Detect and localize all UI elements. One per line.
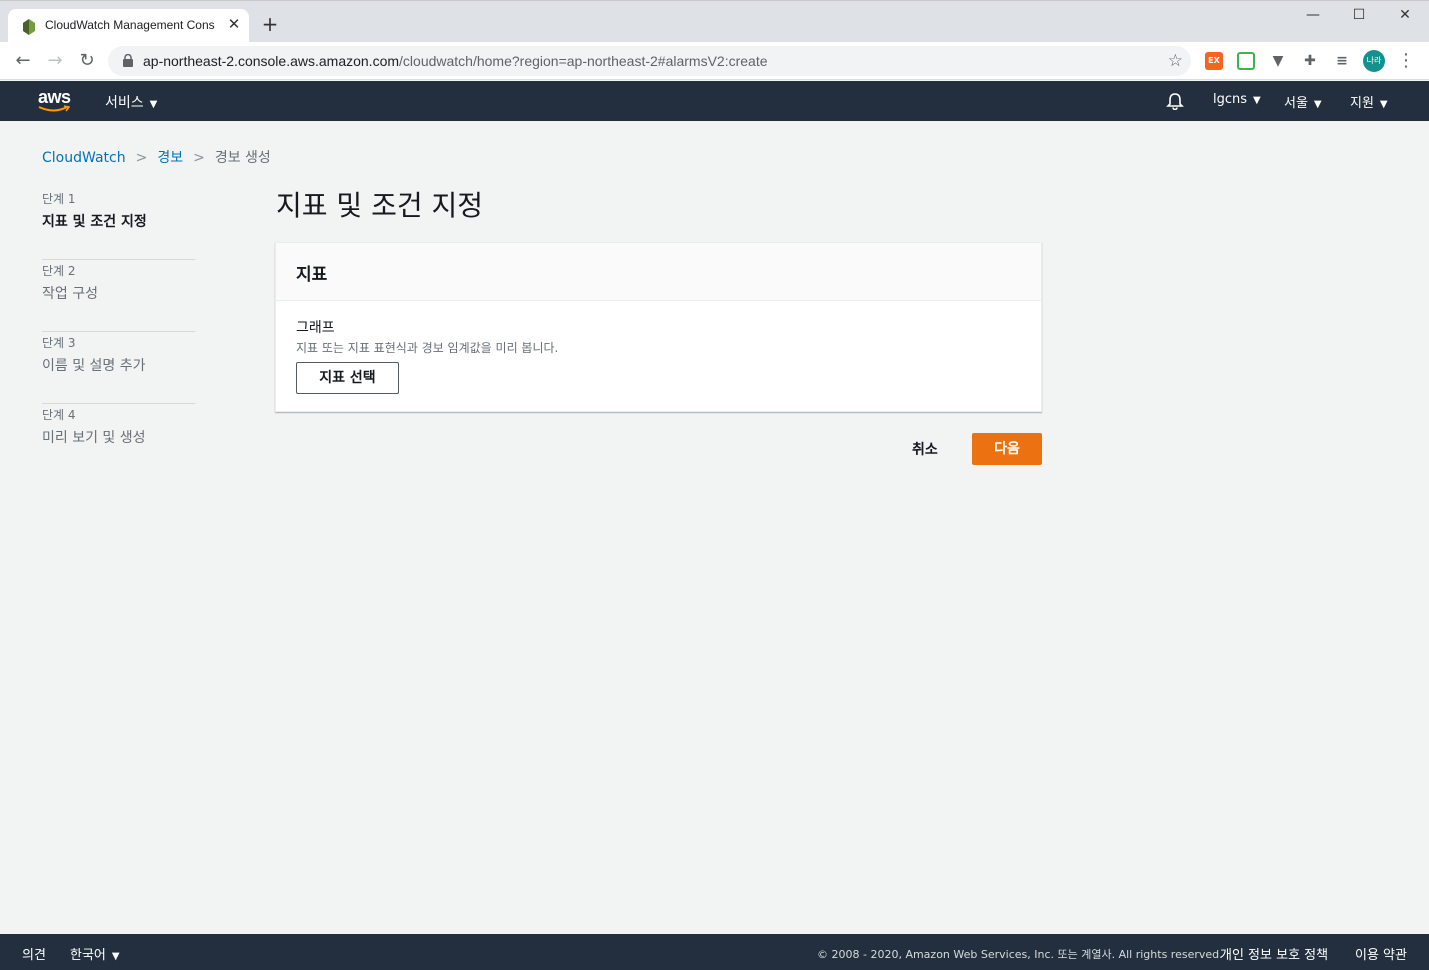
wizard-step-4[interactable]: 단계 4 미리 보기 및 생성 (42, 404, 195, 476)
breadcrumb-current: 경보 생성 (214, 150, 271, 166)
caret-down-icon: ▼ (149, 99, 158, 110)
step-label: 지표 및 조건 지정 (42, 214, 147, 230)
url-text: ap-northeast-2.console.aws.amazon.com/cl… (143, 53, 768, 69)
extensions-puzzle-icon[interactable]: ✚ (1301, 52, 1319, 70)
window-close-icon[interactable]: ✕ (1390, 7, 1420, 27)
caret-down-icon: ▼ (1253, 95, 1261, 106)
lock-icon (123, 54, 133, 67)
browser-toolbar: ← → ↻ ap-northeast-2.console.aws.amazon.… (0, 42, 1429, 80)
step-label: 미리 보기 및 생성 (42, 430, 146, 446)
browser-menu-icon[interactable]: ⋮ (1397, 50, 1415, 71)
bell-icon[interactable] (1166, 92, 1184, 110)
services-menu[interactable]: 서비스 ▼ (105, 92, 157, 112)
minimize-icon[interactable]: — (1298, 7, 1328, 27)
extension-ex-icon[interactable]: EX (1205, 52, 1223, 70)
reload-icon[interactable]: ↻ (76, 50, 98, 72)
language-selector[interactable]: 한국어 ▼ (70, 944, 120, 963)
console-footer: 의견 한국어 ▼ © 2008 - 2020, Amazon Web Servic… (0, 934, 1429, 970)
wizard-step-1[interactable]: 단계 1 지표 및 조건 지정 (42, 188, 195, 260)
step-label: 이름 및 설명 추가 (42, 358, 146, 374)
chevron-right-icon: > (135, 150, 148, 166)
media-queue-icon[interactable]: ≡ (1333, 52, 1351, 70)
breadcrumb-alarms[interactable]: 경보 (157, 150, 183, 166)
tab-title: CloudWatch Management Cons (45, 18, 215, 32)
bookmark-star-icon[interactable]: ☆ (1168, 51, 1183, 71)
aws-top-nav: aws 서비스 ▼ lgcns ▼ 서울 ▼ 지원 ▼ (0, 81, 1429, 121)
caret-down-icon: ▼ (1313, 99, 1322, 110)
next-button[interactable]: 다음 (972, 433, 1042, 465)
support-menu[interactable]: 지원 ▼ (1350, 92, 1388, 111)
step-number: 단계 3 (42, 336, 76, 350)
profile-avatar[interactable]: 나라 (1363, 50, 1385, 72)
aws-smile-icon (38, 105, 70, 112)
address-bar[interactable]: ap-northeast-2.console.aws.amazon.com/cl… (108, 46, 1191, 76)
panel-title: 지표 (276, 243, 1041, 301)
extension-green-icon[interactable] (1237, 52, 1255, 70)
terms-link[interactable]: 이용 약관 (1355, 944, 1407, 963)
step-label: 작업 구성 (42, 286, 98, 302)
wizard-step-3[interactable]: 단계 3 이름 및 설명 추가 (42, 332, 195, 404)
graph-description: 지표 또는 지표 표현식과 경보 임계값을 미리 봅니다. (296, 341, 559, 355)
extension-v-icon[interactable]: ▼ (1269, 52, 1287, 70)
tab-close-icon[interactable]: ✕ (226, 16, 242, 32)
new-tab-icon[interactable]: + (260, 14, 280, 34)
browser-tab-strip: CloudWatch Management Cons ✕ + — ☐ ✕ (0, 0, 1429, 43)
step-number: 단계 2 (42, 264, 76, 278)
breadcrumb-cloudwatch[interactable]: CloudWatch (42, 150, 126, 166)
browser-tab[interactable]: CloudWatch Management Cons ✕ (8, 9, 249, 43)
wizard-step-2[interactable]: 단계 2 작업 구성 (42, 260, 195, 332)
forward-arrow-icon[interactable]: → (44, 50, 66, 72)
caret-down-icon: ▼ (1379, 99, 1388, 110)
step-number: 단계 4 (42, 408, 76, 422)
metric-panel: 지표 그래프 지표 또는 지표 표현식과 경보 임계값을 미리 봅니다. 지표 … (275, 242, 1042, 412)
chevron-right-icon: > (193, 150, 205, 166)
caret-down-icon: ▼ (111, 951, 120, 962)
cancel-button[interactable]: 취소 (912, 439, 938, 459)
privacy-policy-link[interactable]: 개인 정보 보호 정책 (1220, 944, 1328, 963)
region-menu[interactable]: 서울 ▼ (1284, 92, 1322, 111)
cloudwatch-favicon-icon (23, 19, 35, 35)
wizard-steps: 단계 1 지표 및 조건 지정 단계 2 작업 구성 단계 3 이름 및 설명 … (42, 188, 195, 476)
step-number: 단계 1 (42, 192, 76, 206)
breadcrumb: CloudWatch > 경보 > 경보 생성 (42, 147, 271, 167)
copyright-text: © 2008 - 2020, Amazon Web Services, Inc.… (817, 948, 1223, 961)
maximize-icon[interactable]: ☐ (1344, 7, 1374, 27)
select-metric-button[interactable]: 지표 선택 (296, 362, 399, 394)
page-title: 지표 및 조건 지정 (276, 189, 484, 222)
feedback-link[interactable]: 의견 (22, 944, 46, 963)
graph-label: 그래프 (296, 320, 335, 336)
account-menu[interactable]: lgcns ▼ (1213, 92, 1261, 107)
back-arrow-icon[interactable]: ← (12, 50, 34, 72)
